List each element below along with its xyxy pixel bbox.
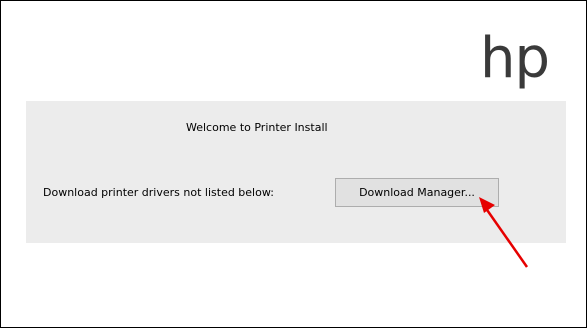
arrow-shaft xyxy=(483,206,529,268)
annotation-arrow-icon xyxy=(479,197,529,268)
arrow-head xyxy=(479,197,495,213)
download-drivers-label: Download printer drivers not listed belo… xyxy=(43,186,274,199)
welcome-heading: Welcome to Printer Install xyxy=(186,121,328,134)
hp-logo: hp xyxy=(478,21,568,93)
window-frame: hp Welcome to Printer Install Download p… xyxy=(0,0,587,328)
hp-logo-text: hp xyxy=(480,26,550,91)
